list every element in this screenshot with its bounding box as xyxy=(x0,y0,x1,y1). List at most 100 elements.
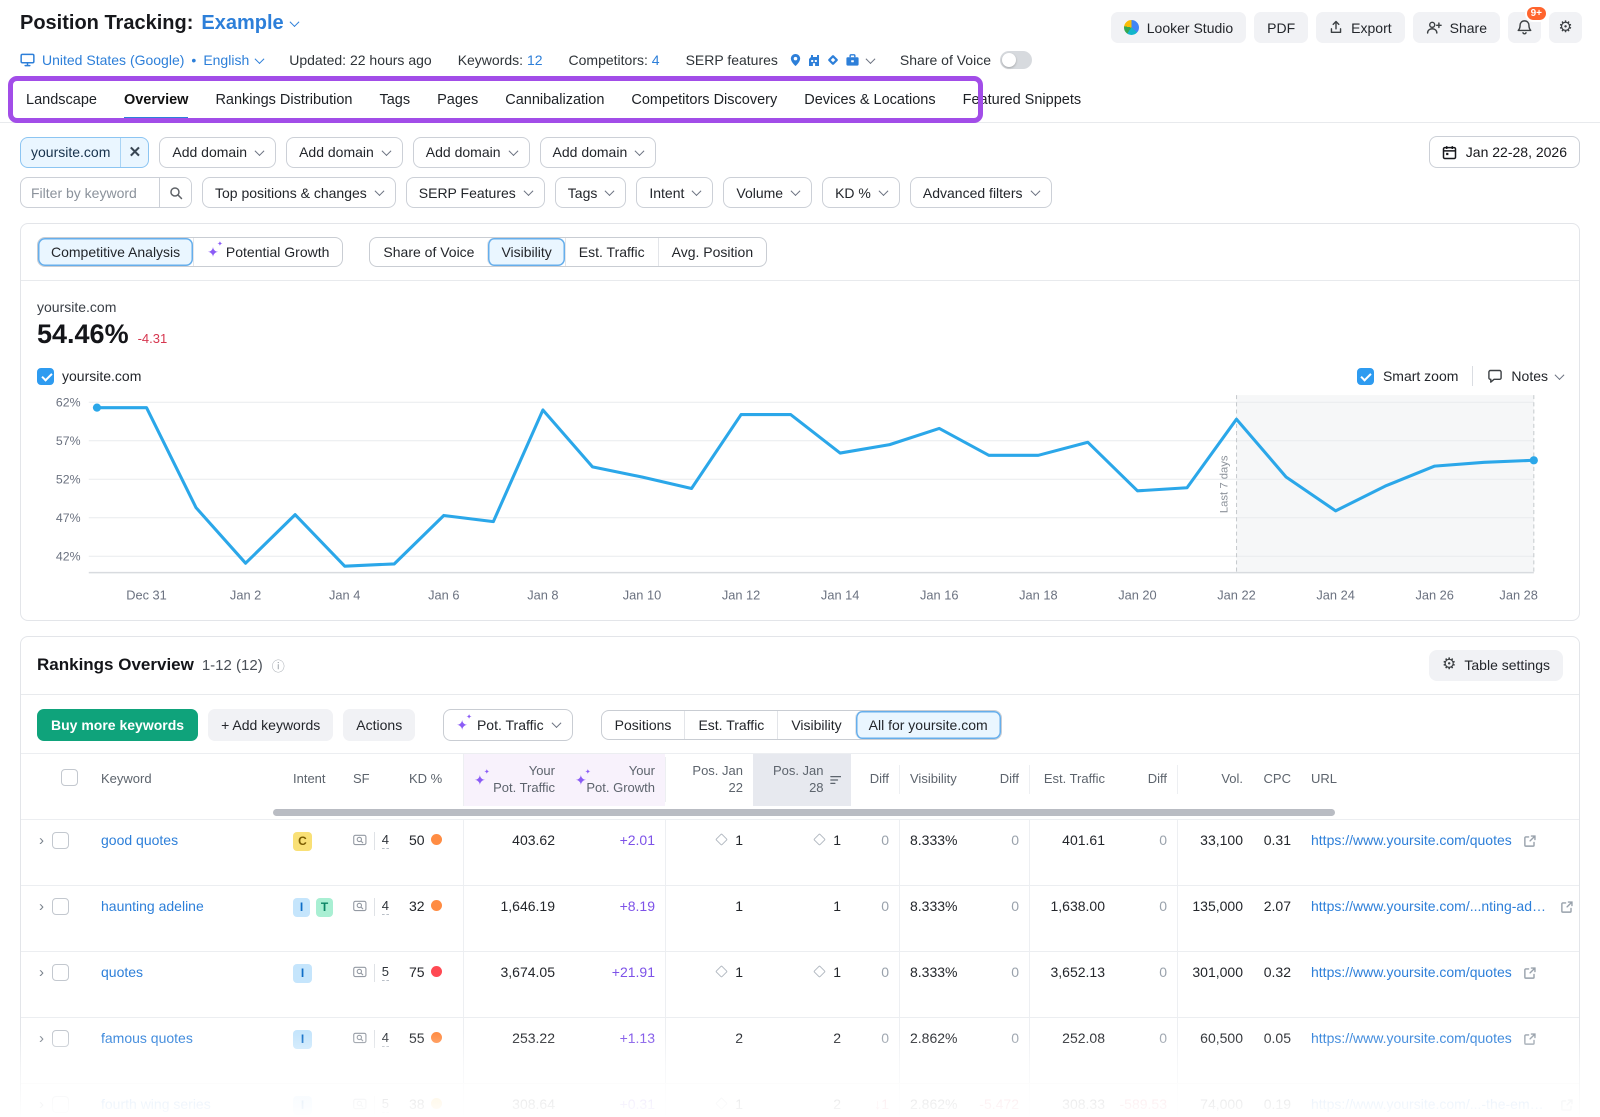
serp-features-count[interactable]: 5 xyxy=(382,1096,389,1113)
column-header-visibility[interactable]: Visibility xyxy=(899,765,981,793)
add-domain-button[interactable]: Add domain xyxy=(159,137,276,168)
column-header-cpc[interactable]: CPC xyxy=(1253,765,1301,793)
competitors-count-link[interactable]: 4 xyxy=(652,52,660,68)
serp-features-count[interactable]: 4 xyxy=(382,832,389,849)
url-link[interactable]: https://www.yoursite.com/...-the-empyrea… xyxy=(1311,1096,1549,1112)
project-selector[interactable]: Example xyxy=(201,12,297,35)
column-header-your-pot-traffic[interactable]: ✦YourPot. Traffic xyxy=(463,754,565,806)
tab-cannibalization[interactable]: Cannibalization xyxy=(505,92,604,120)
row-checkbox[interactable] xyxy=(52,898,69,915)
tab-overview[interactable]: Overview xyxy=(124,92,189,120)
column-header-select[interactable] xyxy=(21,763,91,796)
row-checkbox[interactable] xyxy=(52,1096,69,1113)
keywords-count-link[interactable]: 12 xyxy=(527,52,543,68)
filter-volume[interactable]: Volume xyxy=(723,177,812,208)
settings-button[interactable]: ⚙ xyxy=(1549,12,1582,43)
smart-zoom-checkbox[interactable] xyxy=(1357,368,1374,385)
pot-traffic-dropdown[interactable]: ✦ Pot. Traffic xyxy=(443,709,572,741)
notes-button[interactable]: Notes xyxy=(1487,368,1563,384)
serp-features-count[interactable]: 4 xyxy=(382,898,389,915)
intent-badge-i[interactable]: I xyxy=(293,898,310,917)
pdf-button[interactable]: PDF xyxy=(1254,12,1308,43)
export-button[interactable]: Export xyxy=(1316,12,1404,43)
legend-checkbox[interactable] xyxy=(37,368,54,385)
intent-badge-c[interactable]: C xyxy=(293,832,312,851)
intent-badge-i[interactable]: I xyxy=(293,964,312,983)
serp-features-count[interactable]: 5 xyxy=(382,964,389,981)
table-settings-button[interactable]: ⚙ Table settings xyxy=(1429,650,1563,681)
metric-avg-position[interactable]: Avg. Position xyxy=(658,238,766,266)
expand-row-icon[interactable]: › xyxy=(39,1096,44,1113)
column-header-pos-jan-22[interactable]: Pos. Jan 22 xyxy=(665,757,753,802)
filter-intent[interactable]: Intent xyxy=(636,177,713,208)
actions-button[interactable]: Actions xyxy=(343,709,415,741)
tab-competitors-discovery[interactable]: Competitors Discovery xyxy=(631,92,777,120)
share-of-voice-toggle[interactable] xyxy=(1000,51,1032,69)
tab-rankings-distribution[interactable]: Rankings Distribution xyxy=(215,92,352,120)
tab-devices-locations[interactable]: Devices & Locations xyxy=(804,92,935,120)
tab-featured-snippets[interactable]: Featured Snippets xyxy=(963,92,1082,120)
search-icon[interactable] xyxy=(159,178,191,207)
expand-row-icon[interactable]: › xyxy=(39,832,44,849)
filter-advanced-filters[interactable]: Advanced filters xyxy=(910,177,1052,208)
filter-kd[interactable]: KD % xyxy=(822,177,900,208)
column-header-your-pot-growth[interactable]: ✦YourPot. Growth xyxy=(565,754,665,806)
column-header-pos-jan-28[interactable]: Pos. Jan 28 xyxy=(753,754,851,806)
row-checkbox[interactable] xyxy=(52,1030,69,1047)
scrollbar-thumb[interactable] xyxy=(273,809,1335,816)
expand-row-icon[interactable]: › xyxy=(39,1030,44,1047)
url-link[interactable]: https://www.yoursite.com/quotes xyxy=(1311,1030,1512,1046)
serp-features-group[interactable]: SERP features xyxy=(686,52,874,68)
buy-more-keywords-button[interactable]: Buy more keywords xyxy=(37,709,198,741)
view-visibility[interactable]: Visibility xyxy=(777,711,854,739)
metric-est-traffic[interactable]: Est. Traffic xyxy=(565,238,658,266)
column-header-est-traffic[interactable]: Est. Traffic xyxy=(1029,765,1115,793)
keyword-link[interactable]: fourth wing series xyxy=(101,1096,211,1112)
keyword-link[interactable]: haunting adeline xyxy=(101,898,204,914)
keyword-link[interactable]: famous quotes xyxy=(101,1030,193,1046)
keyword-link[interactable]: quotes xyxy=(101,964,143,980)
info-icon[interactable]: ⓘ xyxy=(272,656,285,675)
row-checkbox[interactable] xyxy=(52,964,69,981)
serp-features-count[interactable]: 4 xyxy=(382,1030,389,1047)
mode-competitive-analysis[interactable]: Competitive Analysis xyxy=(38,238,193,266)
intent-badge-i[interactable]: I xyxy=(293,1096,312,1115)
select-all-checkbox[interactable] xyxy=(61,769,78,786)
visibility-chart[interactable]: 62%57%52%47%42%Last 7 daysDec 31Jan 2Jan… xyxy=(21,386,1579,620)
column-header-kd[interactable]: KD % xyxy=(399,765,463,793)
metric-visibility[interactable]: Visibility xyxy=(487,238,564,266)
date-range-button[interactable]: Jan 22-28, 2026 xyxy=(1429,136,1580,168)
row-checkbox[interactable] xyxy=(52,832,69,849)
filter-serp-features[interactable]: SERP Features xyxy=(406,177,545,208)
add-domain-button[interactable]: Add domain xyxy=(540,137,657,168)
visibility-line-chart[interactable]: 62%57%52%47%42%Last 7 daysDec 31Jan 2Jan… xyxy=(21,392,1579,610)
location-language-selector[interactable]: United States (Google) • English xyxy=(20,52,263,68)
mode-potential-growth[interactable]: ✦Potential Growth xyxy=(193,238,342,266)
add-domain-button[interactable]: Add domain xyxy=(413,137,530,168)
column-header-diff[interactable]: Diff xyxy=(1115,765,1177,793)
tab-pages[interactable]: Pages xyxy=(437,92,478,120)
column-header-diff[interactable]: Diff xyxy=(981,765,1029,793)
url-link[interactable]: https://www.yoursite.com/quotes xyxy=(1311,964,1512,980)
keyword-filter-input[interactable] xyxy=(21,185,159,201)
tab-landscape[interactable]: Landscape xyxy=(26,92,97,120)
view-est-traffic[interactable]: Est. Traffic xyxy=(684,711,777,739)
column-header-intent[interactable]: Intent xyxy=(283,765,343,793)
column-header-diff[interactable]: Diff xyxy=(851,765,899,793)
column-header-url[interactable]: URL xyxy=(1301,765,1579,793)
notifications-button[interactable]: 9+ xyxy=(1508,12,1541,43)
view-all-for-yoursite-com[interactable]: All for yoursite.com xyxy=(855,711,1001,739)
share-button[interactable]: Share xyxy=(1413,12,1500,43)
add-domain-button[interactable]: Add domain xyxy=(286,137,403,168)
column-header-keyword[interactable]: Keyword xyxy=(91,765,283,793)
url-link[interactable]: https://www.yoursite.com/quotes xyxy=(1311,832,1512,848)
add-keywords-button[interactable]: + Add keywords xyxy=(208,709,333,741)
column-header-sf[interactable]: SF xyxy=(343,765,399,793)
remove-domain-icon[interactable]: ✕ xyxy=(120,138,148,167)
view-positions[interactable]: Positions xyxy=(602,711,685,739)
filter-tags[interactable]: Tags xyxy=(555,177,627,208)
expand-row-icon[interactable]: › xyxy=(39,898,44,915)
keyword-link[interactable]: good quotes xyxy=(101,832,178,848)
metric-share-of-voice[interactable]: Share of Voice xyxy=(370,238,487,266)
expand-row-icon[interactable]: › xyxy=(39,964,44,981)
